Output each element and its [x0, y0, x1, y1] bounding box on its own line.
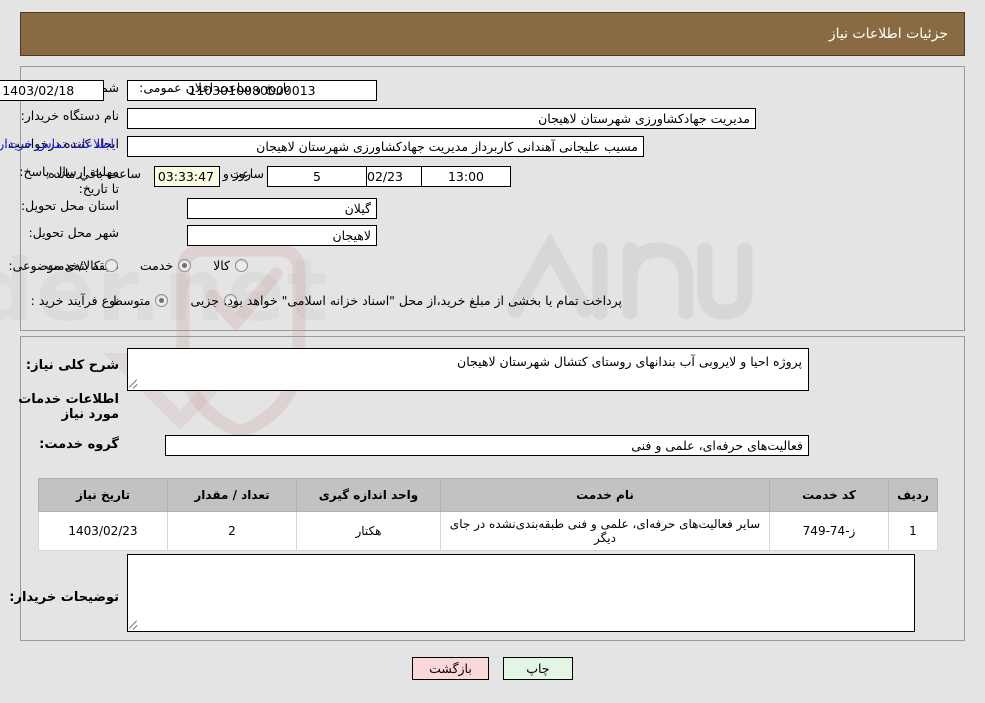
- days-wrap: 5: [267, 166, 367, 187]
- buyer-notes-label: توضیحات خریدار:: [9, 590, 119, 605]
- buyer-notes-textarea[interactable]: [127, 554, 915, 632]
- buyer-org-field[interactable]: مدیریت جهادکشاورزی شهرستان لاهیجان: [127, 108, 756, 129]
- cell-name: سایر فعالیت‌های حرفه‌ای، علمی و فنی طبقه…: [440, 511, 770, 551]
- description-label: شرح کلی نیاز:: [25, 358, 119, 373]
- treasury-note-wrap: پرداخت تمام یا بخشی از مبلغ خرید،از محل …: [217, 293, 628, 308]
- contact-link-wrap: اطلاعات تماس خریدار: [0, 136, 114, 151]
- resize-grip-icon: [128, 620, 140, 630]
- city-label: شهر محل تحویل:: [28, 225, 119, 240]
- th-qty: تعداد / مقدار: [167, 478, 297, 512]
- th-code: کد خدمت: [769, 478, 889, 512]
- creator-field[interactable]: مسیب علیجانی آهندانی کاربرداز مدیریت جها…: [127, 136, 644, 157]
- creator-value-wrap: مسیب علیجانی آهندانی کاربرداز مدیریت جها…: [127, 136, 644, 157]
- service-group-value-wrap: فعالیت‌های حرفه‌ای، علمی و فنی: [165, 435, 809, 456]
- province-row: استان محل تحویل:: [13, 198, 119, 213]
- services-section-heading: اطلاعات خدمات مورد نیاز: [18, 392, 119, 422]
- category-radio-group: کالا خدمت کالا/خدمت: [23, 258, 248, 273]
- radio-icon[interactable]: [104, 259, 118, 272]
- days-field[interactable]: 5: [267, 166, 367, 187]
- radio-icon[interactable]: [235, 259, 248, 272]
- resize-grip-icon: [128, 379, 140, 389]
- th-unit: واحد اندازه گیری: [296, 478, 441, 512]
- countdown-timer: 03:33:47: [154, 166, 220, 187]
- announce-label-wrap: تاریخ و ساعت اعلان عمومی:: [131, 80, 290, 95]
- service-group-label: گروه خدمت:: [39, 437, 119, 452]
- category-option-label: کالا: [213, 258, 230, 273]
- description-textarea[interactable]: پروژه احیا و لایروبی آب بندانهای روستای …: [127, 348, 809, 391]
- category-option-label: خدمت: [139, 258, 174, 273]
- services-table: ردیف کد خدمت نام خدمت واحد اندازه گیری ت…: [38, 478, 938, 551]
- announce-field[interactable]: 1403/02/18 - 09:10: [0, 80, 104, 101]
- cell-code: ز-74-749: [769, 511, 889, 551]
- remaining-label: ساعت باقي مانده: [48, 166, 141, 181]
- province-value-wrap: گیلان: [187, 198, 377, 219]
- deadline-time-field[interactable]: 13:00: [421, 166, 511, 187]
- buyer-org-label: نام دستگاه خریدار:: [20, 108, 119, 123]
- process-option-1[interactable]: متوسط: [111, 293, 169, 308]
- th-date: تاریخ نیاز: [38, 478, 168, 512]
- city-value-wrap: لاهیجان: [187, 225, 377, 246]
- description-text: پروژه احیا و لایروبی آب بندانهای روستای …: [457, 354, 802, 369]
- timer-wrap: 03:33:47: [154, 166, 220, 187]
- announce-label: تاریخ و ساعت اعلان عمومی:: [139, 80, 290, 95]
- services-table-wrap: ردیف کد خدمت نام خدمت واحد اندازه گیری ت…: [38, 478, 938, 551]
- province-field[interactable]: گیلان: [187, 198, 377, 219]
- summary-panel: [20, 66, 965, 331]
- service-group-field[interactable]: فعالیت‌های حرفه‌ای، علمی و فنی: [165, 435, 809, 456]
- th-name: نام خدمت: [440, 478, 770, 512]
- need-details-page: AriaTender.net جزئیات اطلاعات نیاز شماره…: [0, 0, 985, 703]
- announce-value-wrap: 1403/02/18 - 09:10: [0, 80, 104, 101]
- days-label-wrap: روز و: [217, 166, 257, 181]
- cell-unit: هکتار: [296, 511, 441, 551]
- radio-icon[interactable]: [178, 259, 192, 272]
- province-label: استان محل تحویل:: [20, 198, 119, 213]
- table-row: 1 ز-74-749 سایر فعالیت‌های حرفه‌ای، علمی…: [38, 511, 938, 551]
- service-group-label-wrap: گروه خدمت:: [31, 437, 119, 452]
- back-button[interactable]: بازگشت: [412, 657, 489, 680]
- table-header-row: ردیف کد خدمت نام خدمت واحد اندازه گیری ت…: [38, 478, 938, 512]
- process-option-label: جزیی: [190, 293, 219, 308]
- category-option-label: کالا/خدمت: [45, 258, 100, 273]
- buyer-org-value-wrap: مدیریت جهادکشاورزی شهرستان لاهیجان: [127, 108, 756, 129]
- category-option-0[interactable]: کالا: [213, 258, 248, 273]
- days-label: روز و: [222, 166, 251, 181]
- city-field[interactable]: لاهیجان: [187, 225, 377, 246]
- cell-qty: 2: [167, 511, 297, 551]
- buyer-org-row: نام دستگاه خریدار:: [13, 108, 119, 123]
- process-option-label: متوسط: [111, 293, 151, 308]
- th-row: ردیف: [888, 478, 938, 512]
- remaining-label-wrap: ساعت باقي مانده: [42, 166, 147, 181]
- cell-date: 1403/02/23: [38, 511, 168, 551]
- page-title-bar: جزئیات اطلاعات نیاز: [20, 12, 965, 56]
- treasury-note: پرداخت تمام یا بخشی از مبلغ خرید،از محل …: [223, 293, 622, 308]
- page-title: جزئیات اطلاعات نیاز: [828, 26, 948, 42]
- city-row: شهر محل تحویل:: [21, 225, 119, 240]
- action-button-bar: بازگشت چاپ: [0, 657, 985, 680]
- buyer-notes-label-wrap: توضیحات خریدار:: [1, 590, 119, 605]
- cell-row: 1: [888, 511, 938, 551]
- category-option-2[interactable]: کالا/خدمت: [45, 258, 118, 273]
- print-button[interactable]: چاپ: [502, 657, 573, 680]
- deadline-time-wrap: 13:00: [421, 166, 511, 187]
- process-radio-group: جزیی متوسط: [89, 293, 237, 308]
- category-option-1[interactable]: خدمت: [139, 258, 192, 273]
- buyer-contact-link[interactable]: اطلاعات تماس خریدار: [0, 136, 114, 151]
- description-label-wrap: شرح کلی نیاز:: [18, 358, 119, 373]
- radio-icon[interactable]: [155, 294, 169, 307]
